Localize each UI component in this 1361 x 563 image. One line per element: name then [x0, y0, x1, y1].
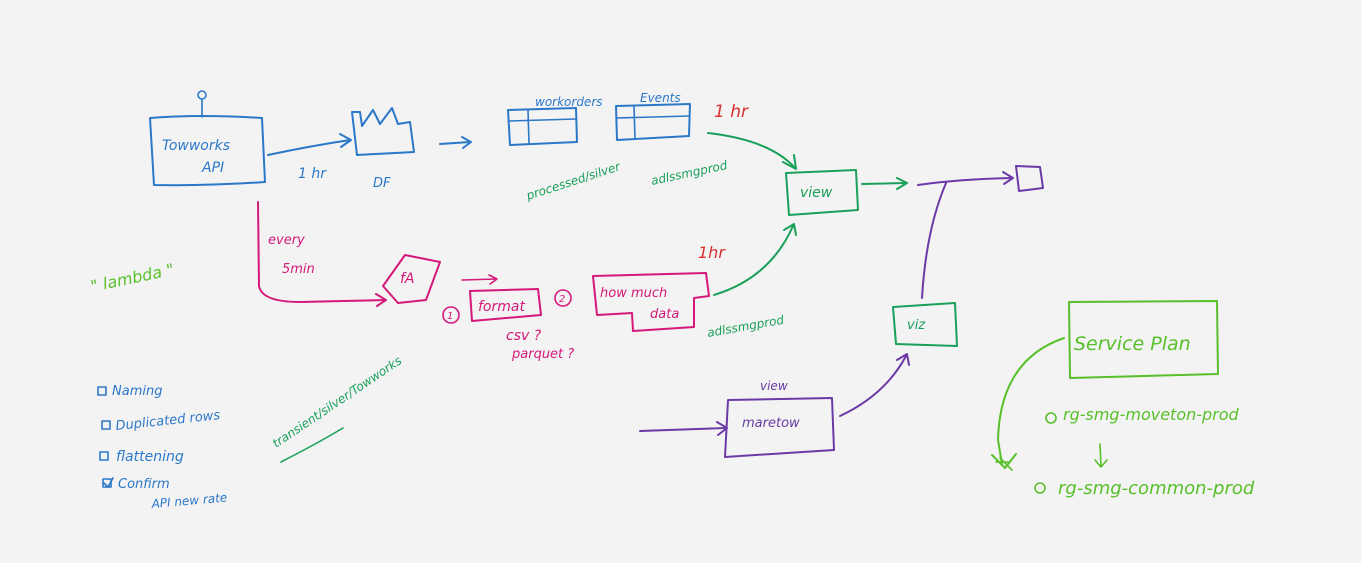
every-label: every: [268, 233, 305, 248]
transient-path: transient/silver/Towworks: [270, 354, 404, 463]
how-much-data-node: how much data: [592, 272, 710, 332]
arrow-maretow-to-viz: [839, 353, 910, 417]
arrow-howmuch-to-view: [713, 223, 797, 296]
csv-question-label: csv ?: [506, 328, 542, 344]
fa-label: fA: [400, 271, 415, 287]
checklist-extra-label: API new rate: [150, 490, 228, 511]
towworks-api-node: Towworks API: [149, 90, 266, 187]
format-node: format: [469, 288, 542, 322]
whiteboard-canvas: Towworks API 1 hr DF workorders Events p…: [0, 0, 1361, 559]
events-table-icon: [615, 103, 691, 141]
arrow-service-plan-loop: [991, 337, 1065, 471]
line-viz-to-output: [921, 182, 947, 299]
service-plan-node: Service Plan: [1068, 300, 1219, 379]
workorders-table-icon: [507, 107, 578, 146]
todo-checklist: Naming Duplicated rows flattening Confir…: [97, 384, 228, 511]
checklist-item-label: flattening: [116, 449, 184, 465]
adls-smg-prod-mid-label: adlssmgprod: [706, 313, 785, 340]
interval-1hr-blue: 1 hr: [298, 166, 327, 182]
view-node-label: view: [800, 185, 833, 201]
resource-group-common: rg-smg-common-prod: [1034, 478, 1255, 499]
df-label: DF: [373, 176, 391, 191]
arrow-api-to-fa: [257, 201, 387, 307]
maretow-node: maretow: [724, 397, 835, 458]
parquet-question-label: parquet ?: [511, 347, 574, 362]
view-small-label: view: [760, 379, 788, 393]
checklist-item: Confirm: [102, 477, 170, 492]
checklist-item-label: Naming: [112, 384, 162, 399]
checklist-item: flattening: [99, 449, 184, 465]
data-factory-icon: [351, 107, 415, 156]
maretow-label: maretow: [742, 416, 800, 431]
arrow-api-to-df: [267, 133, 352, 156]
output-device-icon: [1015, 165, 1044, 192]
service-plan-label: Service Plan: [1074, 333, 1191, 355]
arrow-moveton-to-common: [1094, 443, 1108, 468]
processed-silver-label: processed/silver: [524, 159, 623, 203]
checklist-item-label: Confirm: [118, 477, 170, 492]
arrow-view-to-output: [861, 177, 908, 190]
interval-1hr-red-mid: 1hr: [698, 243, 726, 262]
checklist-item: Naming: [97, 384, 162, 399]
step-2-label: 2: [559, 294, 565, 305]
adls-smg-prod-top-label: adlssmgprod: [650, 158, 729, 188]
step-1-marker: 1: [442, 306, 460, 324]
resource-group-moveton: rg-smg-moveton-prod: [1045, 405, 1240, 424]
workorders-label: workorders: [535, 95, 603, 109]
viz-node-label: viz: [907, 318, 926, 333]
format-label: format: [478, 299, 525, 315]
arrow-to-output: [917, 171, 1014, 186]
step-1-label: 1: [447, 311, 453, 322]
rg-common-label: rg-smg-common-prod: [1058, 478, 1255, 499]
arrow-df-to-tables: [439, 136, 472, 149]
whiteboard-drawing: Towworks API 1 hr DF workorders Events p…: [89, 90, 1255, 511]
interval-1hr-red-top: 1 hr: [714, 102, 749, 122]
view-node: view: [785, 169, 859, 216]
checklist-item: Duplicated rows: [101, 408, 221, 434]
rg-moveton-label: rg-smg-moveton-prod: [1063, 405, 1240, 424]
step-2-marker: 2: [554, 289, 572, 307]
towworks-api-label-2: API: [201, 160, 224, 176]
transient-path-label: transient/silver/Towworks: [270, 354, 404, 451]
towworks-api-label-1: Towworks: [162, 138, 230, 154]
arrow-fa-to-format: [461, 274, 498, 285]
five-min-label: 5min: [282, 262, 315, 277]
viz-node: viz: [892, 302, 958, 347]
how-much-label-1: how much: [600, 286, 667, 301]
lambda-label: " lambda ": [89, 260, 176, 296]
checklist-item-label: Duplicated rows: [115, 408, 221, 434]
function-app-node: fA: [382, 254, 441, 304]
arrow-into-maretow: [639, 421, 728, 436]
how-much-label-2: data: [650, 307, 679, 322]
events-label: Events: [640, 91, 681, 105]
